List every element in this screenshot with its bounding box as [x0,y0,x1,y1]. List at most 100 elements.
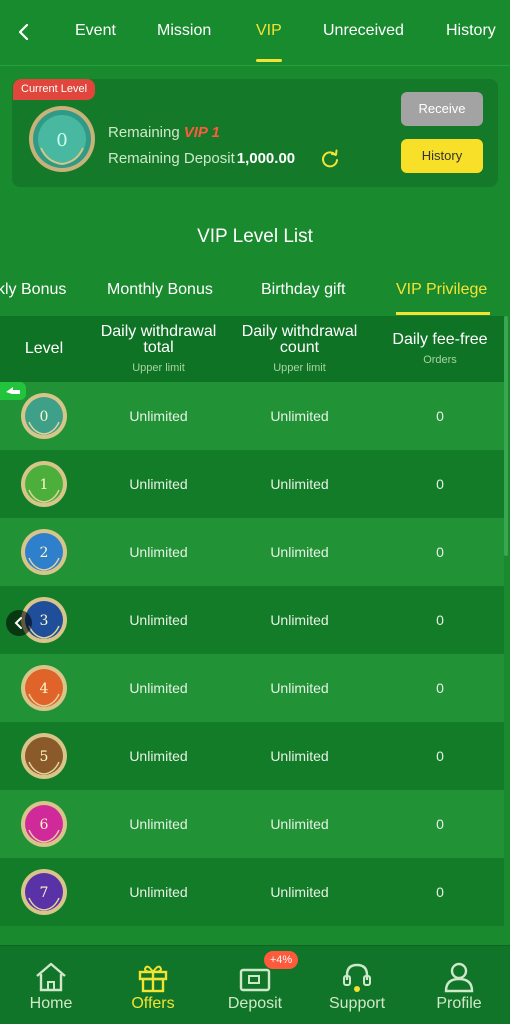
header-withdrawal-total-line2: total [143,339,174,356]
nav-support[interactable]: Support [306,946,408,1024]
header-fee-free: Daily fee-free Orders [370,332,510,368]
table-row: 0 Unlimited Unlimited 0 [0,382,504,450]
withdrawal-count-cell: Unlimited [270,884,329,900]
header-withdrawal-count-line2: count [279,339,320,356]
vip-medal-icon: 0 [21,393,67,439]
fee-free-cell: 0 [436,680,444,696]
withdrawal-count-cell: Unlimited [270,816,329,832]
pointing-hand-icon [6,387,20,394]
header-fee-free-line1: Daily fee-free [392,331,488,348]
tab-event[interactable]: Event [75,22,116,40]
vip-level-number: 7 [40,885,49,901]
nav-deposit-label: Deposit [227,995,283,1012]
header-withdrawal-total: Daily withdrawal total Upper limit [88,324,229,376]
nav-offers-label: Offers [131,995,175,1012]
tab-mission[interactable]: Mission [157,22,211,40]
table-row: 2 Unlimited Unlimited 0 [0,518,504,586]
header-withdrawal-count-line1: Daily withdrawal [241,323,358,340]
active-tab-indicator [256,59,282,62]
table-row: 1 Unlimited Unlimited 0 [0,450,504,518]
withdrawal-total-cell: Unlimited [129,612,188,628]
fee-free-cell: 0 [436,476,444,492]
fee-free-cell: 0 [436,612,444,628]
header-level: Level [24,340,64,357]
fee-free-cell: 0 [436,748,444,764]
withdrawal-total-cell: Unlimited [129,816,188,832]
current-row-pointer-icon [0,382,26,400]
vip-level-number: 3 [40,613,49,629]
tab-vip[interactable]: VIP [256,22,282,40]
withdrawal-total-cell: Unlimited [129,680,188,696]
refresh-icon[interactable] [320,149,340,169]
subtab-monthly-bonus[interactable]: Monthly Bonus [107,281,213,299]
tab-history[interactable]: History [446,22,496,40]
table-header: Level Daily withdrawal total Upper limit… [0,316,504,382]
fee-free-cell: 0 [436,816,444,832]
current-level-number: 0 [56,130,67,151]
remaining-label: Remaining [108,124,180,141]
withdrawal-total-cell: Unlimited [129,748,188,764]
next-vip-level: VIP 1 [183,124,220,141]
back-icon[interactable] [12,20,36,44]
withdrawal-count-cell: Unlimited [270,680,329,696]
home-icon [36,962,66,992]
history-button[interactable]: History [401,139,483,173]
withdrawal-total-cell: Unlimited [129,476,188,492]
fee-free-cell: 0 [436,544,444,560]
vip-level-number: 0 [40,409,49,425]
subtab-birthday-gift[interactable]: Birthday gift [261,281,345,299]
withdrawal-count-cell: Unlimited [270,748,329,764]
header-withdrawal-total-line1: Daily withdrawal [100,323,217,340]
nav-offers[interactable]: Offers [102,946,204,1024]
person-icon [444,962,474,993]
chevron-left-icon [14,617,22,629]
table-row: 4 Unlimited Unlimited 0 [0,654,504,722]
vip-level-number: 2 [40,545,49,561]
vip-medal-icon: 2 [21,529,67,575]
vip-level-number: 6 [40,817,49,833]
top-tab-bar: Event Mission VIP Unreceived History [0,0,510,66]
remaining-deposit-label: Remaining Deposit [108,150,235,167]
active-subtab-indicator [396,312,490,315]
subtab-weekly-bonus[interactable]: kly Bonus [0,281,66,299]
vip-level-number: 1 [40,477,49,493]
withdrawal-count-cell: Unlimited [270,476,329,492]
fee-free-cell: 0 [436,408,444,424]
withdrawal-count-cell: Unlimited [270,612,329,628]
withdrawal-count-cell: Unlimited [270,408,329,424]
header-withdrawal-count-sub: Upper limit [273,362,326,374]
table-row: 6 Unlimited Unlimited 0 [0,790,504,858]
vip-medal-icon: 6 [21,801,67,847]
bottom-navigation: Home Offers Deposit Support Profile [0,945,510,1024]
table-row: 7 Unlimited Unlimited 0 [0,858,504,926]
remaining-deposit-text: Remaining Deposit 1,000.00 [108,150,295,167]
deposit-promo-badge: +4% [264,951,298,969]
vip-medal-icon: 4 [21,665,67,711]
vip-level-list-title: VIP Level List [197,226,313,247]
nav-home[interactable]: Home [0,946,102,1024]
tab-unreceived[interactable]: Unreceived [323,22,404,40]
headset-icon [343,963,371,992]
nav-profile[interactable]: Profile [408,946,510,1024]
current-level-badge: Current Level [13,79,96,100]
receive-button[interactable]: Receive [401,92,483,126]
withdrawal-total-cell: Unlimited [129,884,188,900]
header-withdrawal-count: Daily withdrawal count Upper limit [229,324,370,376]
current-vip-medal-icon: 0 [29,106,95,172]
remaining-deposit-amount: 1,000.00 [236,150,296,167]
nav-profile-label: Profile [436,995,482,1012]
header-withdrawal-total-sub: Upper limit [132,362,185,374]
table-row: 5 Unlimited Unlimited 0 [0,722,504,790]
vip-medal-icon: 1 [21,461,67,507]
table-row: 3 Unlimited Unlimited 0 [0,586,504,654]
withdrawal-total-cell: Unlimited [129,544,188,560]
subtab-vip-privilege[interactable]: VIP Privilege [396,281,487,299]
vip-medal-icon: 5 [21,733,67,779]
vip-level-number: 4 [40,681,49,697]
remaining-vip-text: Remaining VIP 1 [108,124,220,141]
vip-level-number: 5 [40,749,49,765]
nav-support-label: Support [328,995,386,1012]
vip-medal-icon: 7 [21,869,67,915]
side-collapse-button[interactable] [6,610,32,636]
withdrawal-count-cell: Unlimited [270,544,329,560]
